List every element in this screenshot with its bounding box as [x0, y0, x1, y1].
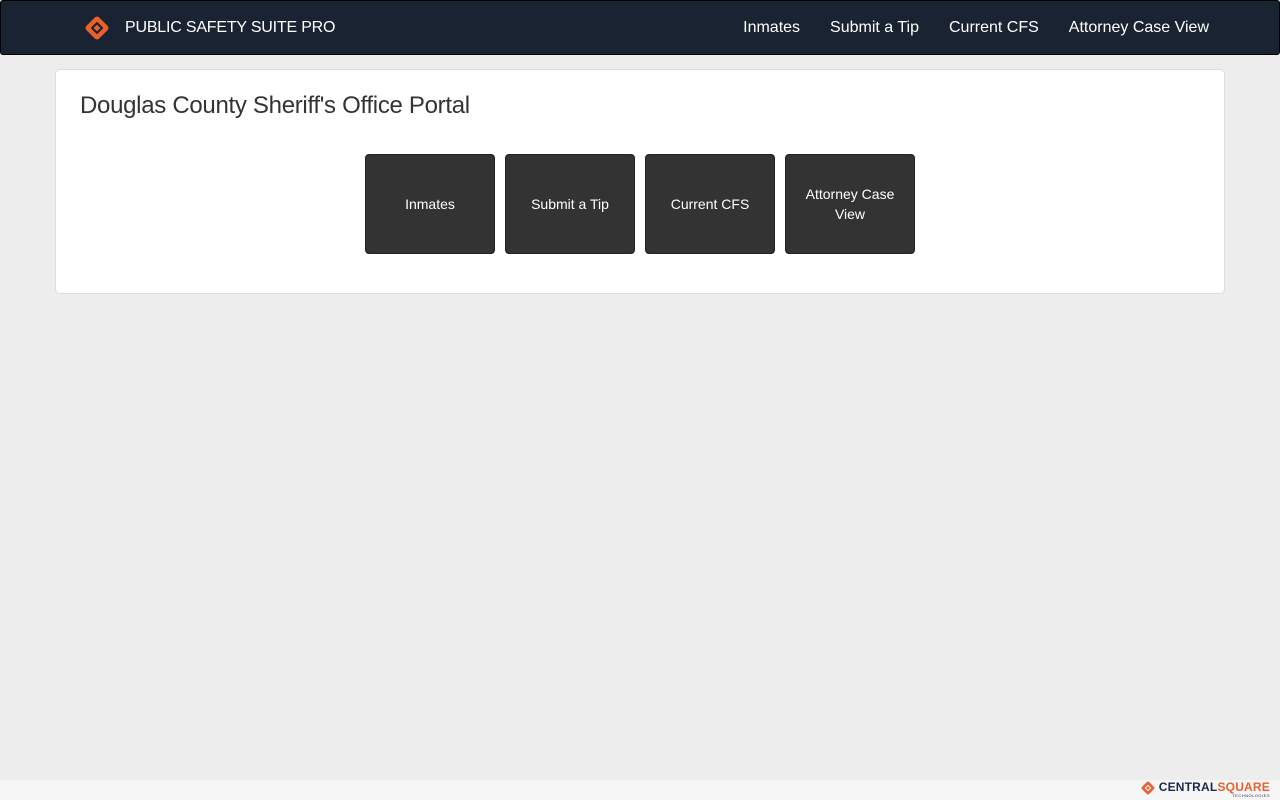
page-title: Douglas County Sheriff's Office Portal	[80, 92, 470, 119]
centralsquare-logo-icon	[1141, 781, 1155, 795]
footer: CENTRALSQUARE TECHNOLOGIES	[0, 780, 1280, 800]
footer-brand-text: CENTRALSQUARE TECHNOLOGIES	[1159, 780, 1270, 798]
footer-brand-name: CENTRALSQUARE	[1159, 781, 1270, 793]
footer-brand-part1: CENTRAL	[1158, 780, 1218, 794]
nav-link-current-cfs[interactable]: Current CFS	[949, 19, 1039, 37]
nav-links: Inmates Submit a Tip Current CFS Attorne…	[743, 1, 1209, 54]
tile-grid: Inmates Submit a Tip Current CFS Attorne…	[365, 154, 915, 254]
tile-label: Attorney Case View	[805, 186, 895, 222]
tile-inmates[interactable]: Inmates	[365, 154, 495, 254]
nav-link-submit-tip[interactable]: Submit a Tip	[830, 19, 919, 37]
diamond-logo-icon	[85, 16, 109, 40]
tile-submit-tip[interactable]: Submit a Tip	[505, 154, 635, 254]
nav-link-attorney-case-view[interactable]: Attorney Case View	[1069, 19, 1209, 37]
footer-brand: CENTRALSQUARE TECHNOLOGIES	[1141, 780, 1270, 800]
footer-brand-part2: SQUARE	[1217, 780, 1270, 794]
brand[interactable]: PUBLIC SAFETY SUITE PRO	[84, 14, 335, 42]
nav-link-inmates[interactable]: Inmates	[743, 19, 800, 37]
top-navbar: PUBLIC SAFETY SUITE PRO Inmates Submit a…	[0, 0, 1280, 55]
brand-title: PUBLIC SAFETY SUITE PRO	[125, 19, 336, 36]
footer-brand-sub: TECHNOLOGIES	[1232, 793, 1270, 798]
tile-label: Current CFS	[670, 196, 750, 212]
tile-current-cfs[interactable]: Current CFS	[645, 154, 775, 254]
tile-label: Submit a Tip	[531, 196, 609, 212]
portal-panel: Douglas County Sheriff's Office Portal I…	[55, 69, 1225, 294]
tile-attorney-case-view[interactable]: Attorney Case View	[785, 154, 915, 254]
tile-label: Inmates	[405, 196, 455, 212]
